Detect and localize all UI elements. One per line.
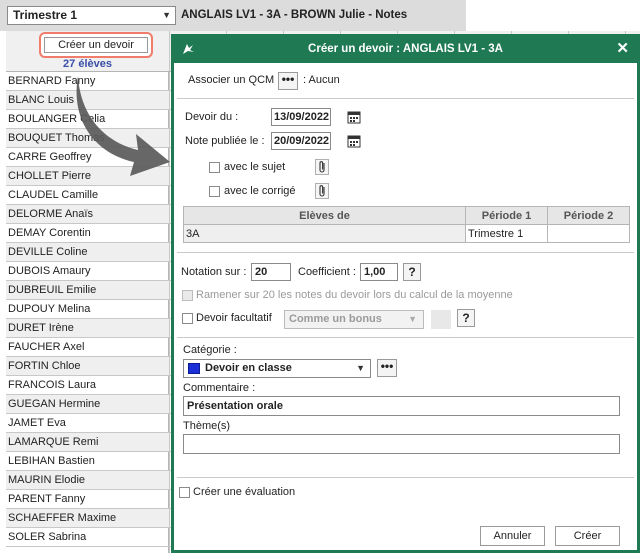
student-row[interactable]: FAUCHER Axel [6,338,169,357]
notation-input[interactable]: 20 [251,263,291,281]
bonus-select[interactable]: Comme un bonus ▼ [284,310,424,329]
help-button[interactable]: ? [457,309,475,327]
student-row[interactable]: CLAUDEL Camille [6,186,169,205]
evaluation-label: Créer une évaluation [193,486,296,498]
themes-label: Thème(s) [183,420,231,432]
categorie-label: Catégorie : [183,344,237,356]
period-select[interactable]: Trimestre 1 ▼ [7,6,176,25]
curved-arrow-icon [76,76,170,176]
student-row[interactable]: JAMET Eva [6,414,169,433]
paperclip-icon[interactable] [315,159,329,175]
evaluation-checkbox[interactable] [179,487,190,498]
ramener-label: Ramener sur 20 les notes du devoir lors … [196,289,513,301]
student-row[interactable]: DELORME Anaïs [6,205,169,224]
commentaire-input[interactable]: Présentation orale [183,396,620,416]
help-button[interactable]: ? [403,263,421,281]
student-row[interactable]: DEVILLE Coline [6,243,169,262]
student-row[interactable]: GUEGAN Hermine [6,395,169,414]
category-dots-button[interactable]: ••• [377,359,397,377]
avec-sujet-label: avec le sujet [224,161,286,173]
table-header: Période 1 [465,206,548,225]
table-cell-class: 3A [183,224,466,243]
student-row[interactable]: DUPOUY Melina [6,300,169,319]
separator [177,337,634,338]
table-row[interactable]: 3A Trimestre 1 [183,224,630,243]
devoir-du-label: Devoir du : [185,111,239,123]
close-icon[interactable]: ✕ [616,40,629,58]
chevron-down-icon: ▼ [408,314,417,324]
category-select[interactable]: Devoir en classe ▼ [183,359,371,378]
bonus-extra-box [431,310,451,329]
table-header: Elèves de [183,206,466,225]
student-row[interactable]: SOLER Sabrina [6,528,169,547]
calendar-icon[interactable] [347,134,361,148]
page-title: ANGLAIS LV1 - 3A - BROWN Julie - Notes [181,9,408,21]
periods-table: Elèves de Période 1 Période 2 3A Trimest… [183,206,630,243]
notation-label: Notation sur : [181,266,247,278]
themes-input[interactable] [183,434,620,454]
cancel-button[interactable]: Annuler [480,526,545,546]
student-row[interactable]: PARENT Fanny [6,490,169,509]
chevron-down-icon: ▼ [356,363,365,373]
avec-corrige-label: avec le corrigé [224,185,296,197]
commentaire-label: Commentaire : [183,382,256,394]
student-row[interactable]: DUBREUIL Emilie [6,281,169,300]
create-devoir-button[interactable]: Créer un devoir [44,37,148,53]
table-header: Période 2 [547,206,630,225]
table-cell-period2[interactable] [547,224,630,243]
period-select-value: Trimestre 1 [13,8,78,22]
top-bar: Trimestre 1 ▼ ANGLAIS LV1 - 3A - BROWN J… [0,0,466,31]
student-row[interactable]: DEMAY Corentin [6,224,169,243]
separator [177,477,634,478]
qcm-label: Associer un QCM [188,74,275,86]
note-publiee-label: Note publiée le : [185,135,265,147]
student-row[interactable]: DURET Irène [6,319,169,338]
ramener-checkbox[interactable] [182,290,193,301]
avec-sujet-checkbox[interactable] [209,162,220,173]
table-cell-period1[interactable]: Trimestre 1 [465,224,548,243]
chevron-down-icon: ▼ [162,10,171,20]
coefficient-input[interactable]: 1,00 [360,263,398,281]
dialog-title: Créer un devoir : ANGLAIS LV1 - 3A [308,43,503,55]
student-row[interactable]: SCHAEFFER Maxime [6,509,169,528]
bonus-select-value: Comme un bonus [289,313,382,325]
separator [177,252,634,253]
coefficient-label: Coefficient : [298,266,356,278]
student-row[interactable]: LEBIHAN Bastien [6,452,169,471]
qcm-value: : Aucun [303,74,340,86]
student-row[interactable]: LAMARQUE Remi [6,433,169,452]
facultatif-checkbox[interactable] [182,313,193,324]
category-select-value: Devoir en classe [205,362,292,374]
student-row[interactable]: FRANCOIS Laura [6,376,169,395]
create-button-highlight: Créer un devoir [39,32,153,58]
note-publiee-input[interactable]: 20/09/2022 [271,132,331,150]
avec-corrige-checkbox[interactable] [209,186,220,197]
student-row[interactable]: FORTIN Chloe [6,357,169,376]
create-devoir-dialog: Créer un devoir : ANGLAIS LV1 - 3A ✕ Ass… [171,34,640,553]
calendar-icon[interactable] [347,110,361,124]
create-button[interactable]: Créer [555,526,620,546]
dialog-titlebar: Créer un devoir : ANGLAIS LV1 - 3A ✕ [174,37,637,63]
category-color-swatch [188,363,200,374]
facultatif-label: Devoir facultatif [196,312,272,324]
qcm-dots-button[interactable]: ••• [278,72,298,90]
separator [177,98,634,99]
student-row[interactable]: MAURIN Elodie [6,471,169,490]
student-row[interactable]: DUBOIS Amaury [6,262,169,281]
paperclip-icon[interactable] [315,183,329,199]
devoir-du-input[interactable]: 13/09/2022 [271,108,331,126]
